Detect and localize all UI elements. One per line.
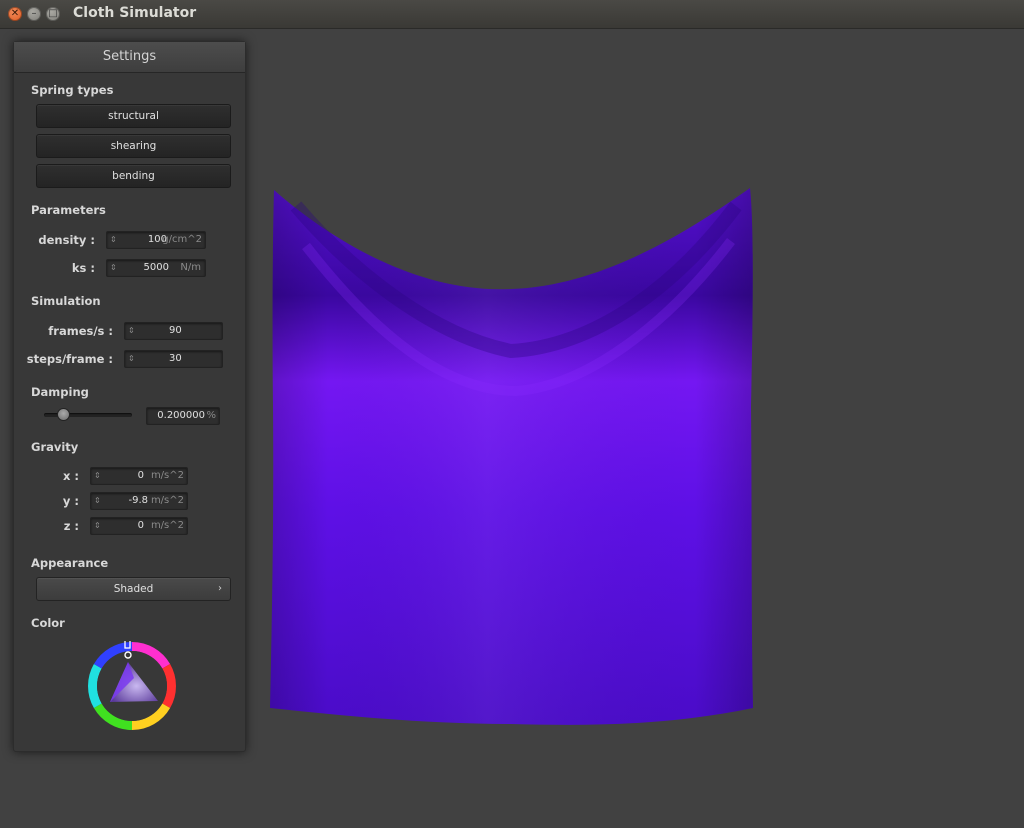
minimize-icon[interactable]: – — [27, 7, 41, 21]
gravity-x-unit: m/s^2 — [150, 470, 184, 481]
bending-button[interactable]: bending — [36, 164, 231, 188]
appearance-heading: Appearance — [31, 556, 109, 570]
structural-button[interactable]: structural — [36, 104, 231, 128]
gravity-z-value: 0 — [137, 520, 144, 531]
gravity-y-field[interactable]: ⇕ -9.8 m/s^2 — [90, 492, 188, 510]
gravity-x-field[interactable]: ⇕ 0 m/s^2 — [90, 467, 188, 485]
settings-header[interactable]: Settings — [14, 42, 245, 73]
spinner-icon[interactable]: ⇕ — [128, 323, 135, 339]
appearance-selected: Shaded — [113, 583, 154, 595]
maximize-icon[interactable]: □ — [46, 7, 60, 21]
density-label: density : — [38, 233, 95, 247]
spinner-icon[interactable]: ⇕ — [94, 518, 101, 534]
simulation-heading: Simulation — [31, 294, 101, 308]
gravity-z-label: z : — [63, 519, 79, 533]
settings-panel: Settings Spring types structural shearin… — [13, 41, 246, 752]
gravity-y-unit: m/s^2 — [150, 495, 184, 506]
chevron-right-icon: › — [218, 583, 222, 594]
spring-types-heading: Spring types — [31, 83, 114, 97]
fps-value: 90 — [169, 325, 182, 336]
fps-label: frames/s : — [48, 324, 113, 338]
parameters-heading: Parameters — [31, 203, 106, 217]
spinner-icon[interactable]: ⇕ — [94, 468, 101, 484]
spinner-icon[interactable]: ⇕ — [110, 232, 117, 248]
color-wheel[interactable] — [87, 641, 177, 731]
damping-slider-handle[interactable] — [57, 408, 70, 421]
ks-label: ks : — [71, 261, 95, 275]
damping-field[interactable]: 0.200000 % — [146, 407, 220, 425]
spinner-icon[interactable]: ⇕ — [110, 260, 117, 276]
cloth-render[interactable] — [266, 186, 760, 731]
ks-unit: N/m — [180, 262, 201, 273]
window-title: Cloth Simulator — [73, 5, 197, 21]
spinner-icon[interactable]: ⇕ — [94, 493, 101, 509]
gravity-heading: Gravity — [31, 440, 79, 454]
gravity-z-field[interactable]: ⇕ 0 m/s^2 — [90, 517, 188, 535]
gravity-y-value: -9.8 — [128, 495, 148, 506]
close-icon[interactable]: ✕ — [8, 7, 22, 21]
damping-unit: % — [206, 410, 216, 421]
spinner-icon[interactable]: ⇕ — [128, 351, 135, 367]
ks-field[interactable]: ⇕ 5000 N/m — [106, 259, 206, 277]
appearance-dropdown[interactable]: Shaded › — [36, 577, 231, 601]
ks-value: 5000 — [143, 262, 169, 273]
density-field[interactable]: ⇕ 100 g/cm^2 — [106, 231, 206, 249]
fps-field[interactable]: ⇕ 90 — [124, 322, 223, 340]
gravity-y-label: y : — [62, 494, 79, 508]
steps-value: 30 — [169, 353, 182, 364]
gravity-x-value: 0 — [137, 470, 144, 481]
gravity-z-unit: m/s^2 — [150, 520, 184, 531]
title-bar: ✕ – □ Cloth Simulator — [0, 0, 1024, 29]
steps-field[interactable]: ⇕ 30 — [124, 350, 223, 368]
gravity-x-label: x : — [62, 469, 79, 483]
shearing-button[interactable]: shearing — [36, 134, 231, 158]
density-unit: g/cm^2 — [162, 234, 202, 245]
color-heading: Color — [31, 616, 65, 630]
damping-heading: Damping — [31, 385, 89, 399]
steps-label: steps/frame : — [26, 352, 113, 366]
damping-value: 0.200000 — [157, 410, 205, 421]
